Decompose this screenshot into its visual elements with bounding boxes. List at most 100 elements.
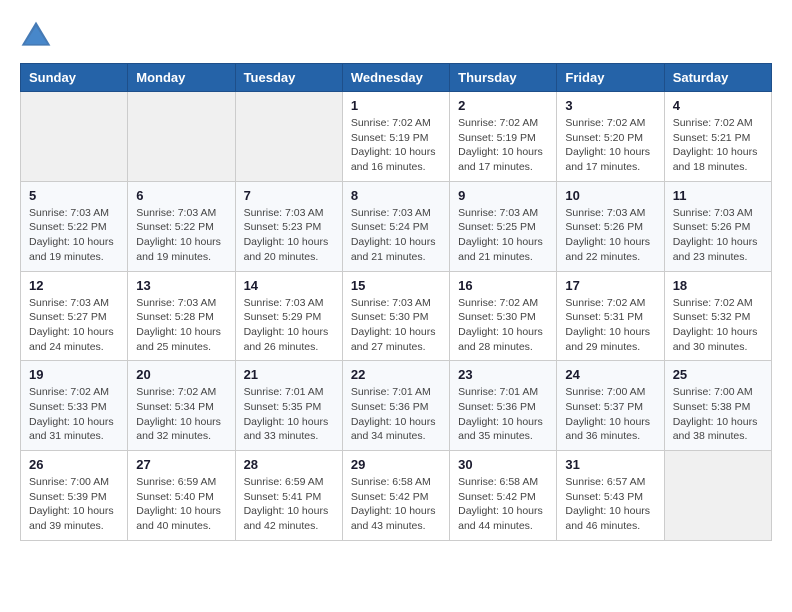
day-info: Sunrise: 7:03 AM Sunset: 5:30 PM Dayligh… (351, 296, 441, 355)
day-info: Sunrise: 7:03 AM Sunset: 5:22 PM Dayligh… (29, 206, 119, 265)
calendar-cell (235, 92, 342, 182)
day-number: 12 (29, 278, 119, 293)
day-number: 29 (351, 457, 441, 472)
calendar-cell: 13Sunrise: 7:03 AM Sunset: 5:28 PM Dayli… (128, 271, 235, 361)
day-number: 27 (136, 457, 226, 472)
logo-icon (20, 20, 52, 48)
day-info: Sunrise: 7:02 AM Sunset: 5:32 PM Dayligh… (673, 296, 763, 355)
day-number: 7 (244, 188, 334, 203)
calendar-cell: 21 Sunrise: 7:01 AM Sunset: 5:35 PM Dayli… (235, 361, 342, 451)
calendar-cell: 24 Sunrise: 7:00 AM Sunset: 5:37 PM Dayli… (557, 361, 664, 451)
calendar-cell: 3 Sunrise: 7:02 AM Sunset: 5:20 PM Daylig… (557, 92, 664, 182)
day-number: 24 (565, 367, 655, 382)
day-info: Sunrise: 7:02 AM Sunset: 5:20 PM Dayligh… (565, 116, 655, 175)
calendar-cell: 25Sunrise: 7:00 AM Sunset: 5:38 PM Dayli… (664, 361, 771, 451)
day-info: Sunrise: 7:03 AM Sunset: 5:26 PM Dayligh… (673, 206, 763, 265)
day-number: 8 (351, 188, 441, 203)
day-number: 28 (244, 457, 334, 472)
day-number: 26 (29, 457, 119, 472)
weekday-header-row: SundayMondayTuesdayWednesdayThursdayFrid… (21, 64, 772, 92)
day-number: 14 (244, 278, 334, 293)
calendar-cell: 19 Sunrise: 7:02 AM Sunset: 5:33 PM Dayli… (21, 361, 128, 451)
calendar-cell: 15 Sunrise: 7:03 AM Sunset: 5:30 PM Dayli… (342, 271, 449, 361)
calendar-cell: 31 Sunrise: 6:57 AM Sunset: 5:43 PM Dayli… (557, 451, 664, 541)
day-info: Sunrise: 6:58 AM Sunset: 5:42 PM Dayligh… (351, 475, 441, 534)
calendar-cell: 8 Sunrise: 7:03 AM Sunset: 5:24 PM Daylig… (342, 181, 449, 271)
day-number: 18 (673, 278, 763, 293)
calendar-cell (128, 92, 235, 182)
calendar-cell: 20 Sunrise: 7:02 AM Sunset: 5:34 PM Dayli… (128, 361, 235, 451)
calendar-cell: 2 Sunrise: 7:02 AM Sunset: 5:19 PM Daylig… (450, 92, 557, 182)
calendar-cell: 4 Sunrise: 7:02 AM Sunset: 5:21 PM Daylig… (664, 92, 771, 182)
calendar-body: 1 Sunrise: 7:02 AM Sunset: 5:19 PM Daylig… (21, 92, 772, 541)
day-number: 30 (458, 457, 548, 472)
day-info: Sunrise: 6:57 AM Sunset: 5:43 PM Dayligh… (565, 475, 655, 534)
day-info: Sunrise: 7:01 AM Sunset: 5:35 PM Dayligh… (244, 385, 334, 444)
day-number: 9 (458, 188, 548, 203)
day-number: 23 (458, 367, 548, 382)
calendar-cell: 23 Sunrise: 7:01 AM Sunset: 5:36 PM Dayli… (450, 361, 557, 451)
weekday-header-monday: Monday (128, 64, 235, 92)
calendar-cell: 5 Sunrise: 7:03 AM Sunset: 5:22 PM Daylig… (21, 181, 128, 271)
calendar-cell: 14Sunrise: 7:03 AM Sunset: 5:29 PM Dayli… (235, 271, 342, 361)
calendar-week-1: 1 Sunrise: 7:02 AM Sunset: 5:19 PM Daylig… (21, 92, 772, 182)
day-info: Sunrise: 7:01 AM Sunset: 5:36 PM Dayligh… (458, 385, 548, 444)
calendar-cell: 16 Sunrise: 7:02 AM Sunset: 5:30 PM Dayli… (450, 271, 557, 361)
day-info: Sunrise: 7:02 AM Sunset: 5:19 PM Dayligh… (351, 116, 441, 175)
calendar-cell: 27 Sunrise: 6:59 AM Sunset: 5:40 PM Dayli… (128, 451, 235, 541)
day-number: 25 (673, 367, 763, 382)
calendar-week-3: 12 Sunrise: 7:03 AM Sunset: 5:27 PM Dayli… (21, 271, 772, 361)
day-number: 6 (136, 188, 226, 203)
day-number: 3 (565, 98, 655, 113)
day-number: 22 (351, 367, 441, 382)
calendar-cell: 7 Sunrise: 7:03 AM Sunset: 5:23 PM Daylig… (235, 181, 342, 271)
day-info: Sunrise: 7:02 AM Sunset: 5:21 PM Dayligh… (673, 116, 763, 175)
calendar-cell: 1 Sunrise: 7:02 AM Sunset: 5:19 PM Daylig… (342, 92, 449, 182)
calendar-week-5: 26Sunrise: 7:00 AM Sunset: 5:39 PM Dayli… (21, 451, 772, 541)
day-number: 31 (565, 457, 655, 472)
page-header (20, 20, 772, 48)
day-info: Sunrise: 6:59 AM Sunset: 5:40 PM Dayligh… (136, 475, 226, 534)
day-info: Sunrise: 7:03 AM Sunset: 5:24 PM Dayligh… (351, 206, 441, 265)
day-number: 15 (351, 278, 441, 293)
day-info: Sunrise: 7:02 AM Sunset: 5:31 PM Dayligh… (565, 296, 655, 355)
day-info: Sunrise: 7:03 AM Sunset: 5:26 PM Dayligh… (565, 206, 655, 265)
day-info: Sunrise: 7:00 AM Sunset: 5:37 PM Dayligh… (565, 385, 655, 444)
calendar-cell: 10 Sunrise: 7:03 AM Sunset: 5:26 PM Dayli… (557, 181, 664, 271)
day-number: 1 (351, 98, 441, 113)
weekday-header-sunday: Sunday (21, 64, 128, 92)
calendar-cell: 28Sunrise: 6:59 AM Sunset: 5:41 PM Dayli… (235, 451, 342, 541)
day-number: 4 (673, 98, 763, 113)
weekday-header-friday: Friday (557, 64, 664, 92)
weekday-header-tuesday: Tuesday (235, 64, 342, 92)
day-number: 19 (29, 367, 119, 382)
calendar-cell: 26Sunrise: 7:00 AM Sunset: 5:39 PM Dayli… (21, 451, 128, 541)
calendar-cell: 12 Sunrise: 7:03 AM Sunset: 5:27 PM Dayli… (21, 271, 128, 361)
day-number: 21 (244, 367, 334, 382)
day-number: 2 (458, 98, 548, 113)
logo (20, 20, 57, 48)
calendar-cell: 11 Sunrise: 7:03 AM Sunset: 5:26 PM Dayli… (664, 181, 771, 271)
calendar-cell (664, 451, 771, 541)
day-info: Sunrise: 7:03 AM Sunset: 5:25 PM Dayligh… (458, 206, 548, 265)
day-number: 5 (29, 188, 119, 203)
day-number: 20 (136, 367, 226, 382)
day-number: 16 (458, 278, 548, 293)
day-info: Sunrise: 7:03 AM Sunset: 5:28 PM Dayligh… (136, 296, 226, 355)
day-info: Sunrise: 7:02 AM Sunset: 5:19 PM Dayligh… (458, 116, 548, 175)
day-info: Sunrise: 7:01 AM Sunset: 5:36 PM Dayligh… (351, 385, 441, 444)
day-info: Sunrise: 7:02 AM Sunset: 5:34 PM Dayligh… (136, 385, 226, 444)
day-info: Sunrise: 7:03 AM Sunset: 5:22 PM Dayligh… (136, 206, 226, 265)
calendar-week-2: 5 Sunrise: 7:03 AM Sunset: 5:22 PM Daylig… (21, 181, 772, 271)
day-info: Sunrise: 7:03 AM Sunset: 5:27 PM Dayligh… (29, 296, 119, 355)
calendar-cell: 17Sunrise: 7:02 AM Sunset: 5:31 PM Dayli… (557, 271, 664, 361)
weekday-header-thursday: Thursday (450, 64, 557, 92)
day-number: 10 (565, 188, 655, 203)
day-info: Sunrise: 7:02 AM Sunset: 5:33 PM Dayligh… (29, 385, 119, 444)
calendar-cell: 29 Sunrise: 6:58 AM Sunset: 5:42 PM Dayli… (342, 451, 449, 541)
calendar-cell: 9 Sunrise: 7:03 AM Sunset: 5:25 PM Daylig… (450, 181, 557, 271)
day-number: 11 (673, 188, 763, 203)
day-info: Sunrise: 7:02 AM Sunset: 5:30 PM Dayligh… (458, 296, 548, 355)
day-info: Sunrise: 7:03 AM Sunset: 5:23 PM Dayligh… (244, 206, 334, 265)
calendar-cell (21, 92, 128, 182)
